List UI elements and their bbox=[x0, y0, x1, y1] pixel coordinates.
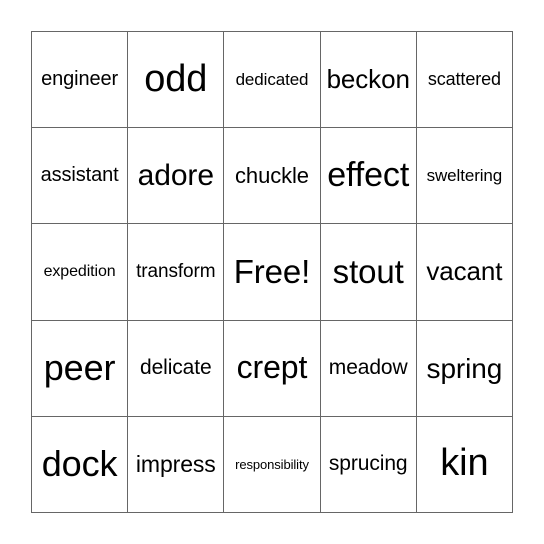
bingo-cell-label: sweltering bbox=[426, 165, 503, 185]
bingo-cell-label: effect bbox=[327, 155, 410, 194]
bingo-cell-label: dock bbox=[41, 443, 118, 485]
bingo-cell-label: beckon bbox=[326, 63, 410, 94]
bingo-cell[interactable]: delicate bbox=[128, 320, 225, 417]
bingo-cell[interactable]: responsibility bbox=[224, 416, 321, 513]
bingo-cell-label: Free! bbox=[233, 252, 311, 290]
bingo-cell[interactable]: sweltering bbox=[416, 128, 513, 225]
bingo-cell-label: sprucing bbox=[328, 452, 408, 476]
bingo-cell[interactable]: beckon bbox=[320, 32, 417, 129]
bingo-cell[interactable]: spring bbox=[416, 320, 513, 417]
bingo-cell[interactable]: engineer bbox=[32, 32, 129, 129]
bingo-cell-label: odd bbox=[144, 57, 208, 100]
bingo-cell-label: adore bbox=[137, 159, 214, 193]
bingo-cell[interactable]: dedicated bbox=[224, 32, 321, 129]
bingo-cell-label: kin bbox=[440, 442, 489, 485]
bingo-cell-label: expedition bbox=[43, 262, 116, 280]
bingo-cell-label: meadow bbox=[328, 356, 408, 380]
bingo-cell[interactable]: sprucing bbox=[320, 416, 417, 513]
bingo-cell[interactable]: meadow bbox=[320, 320, 417, 417]
bingo-cell[interactable]: kin bbox=[416, 416, 513, 513]
bingo-cell-label: spring bbox=[426, 352, 503, 384]
bingo-cell[interactable]: scattered bbox=[416, 32, 513, 129]
bingo-cell-label: delicate bbox=[139, 356, 212, 380]
bingo-cell[interactable]: dock bbox=[32, 416, 129, 513]
bingo-cell-label: vacant bbox=[426, 256, 503, 287]
bingo-cell[interactable]: crept bbox=[224, 320, 321, 417]
bingo-card-grid: engineer odd dedicated beckon scattered assis… bbox=[31, 31, 513, 513]
bingo-cell[interactable]: effect bbox=[320, 128, 417, 225]
bingo-cell-label: assistant bbox=[40, 164, 119, 187]
bingo-cell[interactable]: expedition bbox=[32, 224, 129, 321]
bingo-cell[interactable]: chuckle bbox=[224, 128, 321, 225]
bingo-cell[interactable]: adore bbox=[128, 128, 225, 225]
bingo-cell-label: responsibility bbox=[235, 456, 309, 472]
bingo-cell-label: crept bbox=[236, 349, 308, 386]
bingo-cell-label: peer bbox=[43, 347, 116, 389]
bingo-cell-label: chuckle bbox=[235, 163, 309, 189]
bingo-cell[interactable]: odd bbox=[128, 32, 225, 129]
bingo-cell[interactable]: transform bbox=[128, 224, 225, 321]
bingo-cell[interactable]: impress bbox=[128, 416, 225, 513]
bingo-cell-label: dedicated bbox=[235, 69, 309, 89]
bingo-cell[interactable]: assistant bbox=[32, 128, 129, 225]
bingo-cell-label: transform bbox=[136, 261, 216, 283]
bingo-cell-label: scattered bbox=[427, 69, 501, 90]
bingo-cell[interactable]: peer bbox=[32, 320, 129, 417]
bingo-cell[interactable]: stout bbox=[320, 224, 417, 321]
bingo-cell-label: stout bbox=[332, 252, 404, 290]
bingo-cell-label: impress bbox=[135, 451, 216, 478]
bingo-cell-free-space[interactable]: Free! bbox=[224, 224, 321, 321]
bingo-cell[interactable]: vacant bbox=[416, 224, 513, 321]
bingo-cell-label: engineer bbox=[41, 68, 119, 91]
